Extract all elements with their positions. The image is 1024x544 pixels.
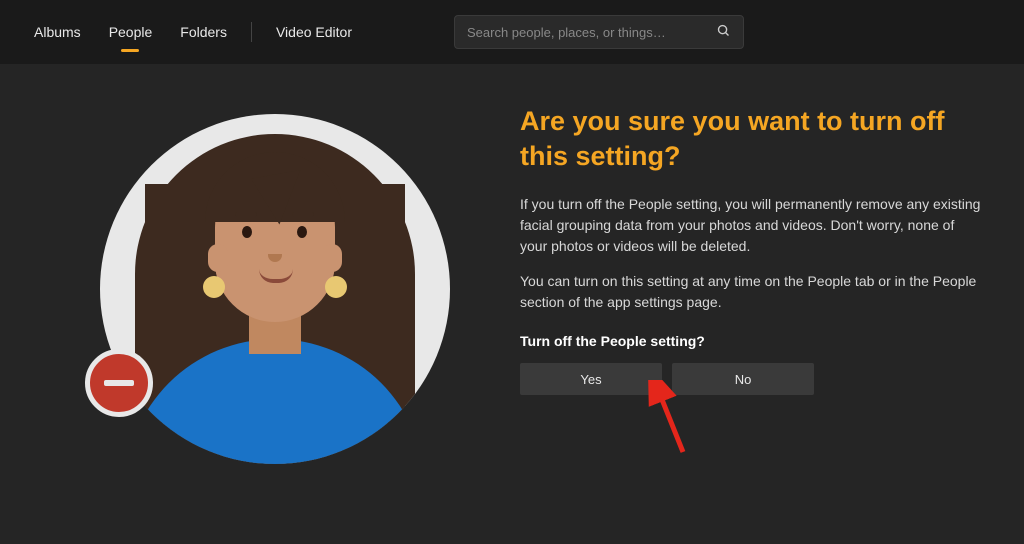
dialog-heading: Are you sure you want to turn off this s…	[520, 104, 984, 174]
search-box[interactable]	[454, 15, 744, 49]
search-input[interactable]	[467, 25, 716, 40]
tab-albums[interactable]: Albums	[20, 16, 95, 48]
search-icon[interactable]	[716, 23, 731, 41]
yes-button[interactable]: Yes	[520, 363, 662, 395]
tab-video-editor[interactable]: Video Editor	[262, 16, 366, 48]
main-content: Are you sure you want to turn off this s…	[0, 64, 1024, 544]
button-row: Yes No	[520, 363, 984, 395]
nav-tabs: Albums People Folders Video Editor	[20, 16, 366, 48]
tab-folders[interactable]: Folders	[166, 16, 241, 48]
dialog-paragraph-2: You can turn on this setting at any time…	[520, 271, 984, 313]
dialog-paragraph-1: If you turn off the People setting, you …	[520, 194, 984, 257]
dialog-question: Turn off the People setting?	[520, 333, 984, 349]
top-bar: Albums People Folders Video Editor	[0, 0, 1024, 64]
nav-divider	[251, 22, 252, 42]
no-button[interactable]: No	[672, 363, 814, 395]
dialog-text: Are you sure you want to turn off this s…	[520, 104, 984, 544]
avatar-illustration	[100, 114, 450, 464]
search-container	[454, 15, 744, 49]
illustration-area	[100, 104, 460, 544]
remove-icon	[85, 349, 153, 417]
tab-people[interactable]: People	[95, 16, 167, 48]
